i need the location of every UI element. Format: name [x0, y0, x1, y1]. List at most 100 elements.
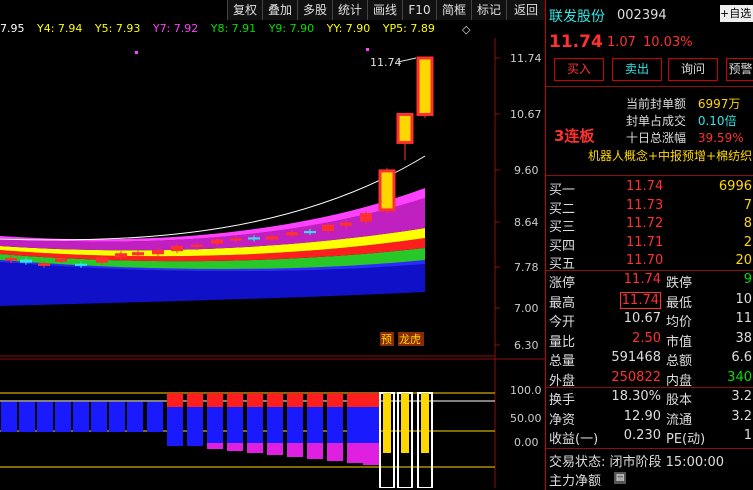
inquiry-button[interactable]: 询问	[668, 58, 718, 81]
osc-bar	[327, 393, 343, 407]
toolbar-restore-rights[interactable]: 复权	[227, 0, 262, 20]
buy-button[interactable]: 买入	[554, 58, 604, 81]
osc-bar	[109, 402, 125, 432]
osc-bar	[207, 393, 223, 407]
stat-value: 2.50	[632, 330, 661, 346]
forecast-badge-label: 预	[381, 333, 392, 346]
stat-value: 11.74	[623, 272, 661, 287]
ma-value: Y4: 7.94	[37, 22, 83, 35]
concept-tags[interactable]: 机器人概念+中报预增+棉纺织	[588, 147, 752, 164]
bid-row[interactable]: 买三 11.72 8	[546, 216, 753, 235]
osc-bar	[327, 443, 343, 461]
stat-label: 流通	[666, 412, 693, 428]
osc-bar	[421, 393, 429, 453]
kline-chart[interactable]: 11.74 10.67 9.60 8.64 7.78 7.00 6.30 11.…	[0, 38, 545, 488]
osc-bar	[383, 393, 391, 453]
add-watchlist-button[interactable]: +自选	[720, 5, 753, 22]
toolbar-overlay[interactable]: 叠加	[262, 0, 297, 20]
bid-price: 11.70	[626, 253, 664, 268]
stat-value: 10	[735, 291, 752, 307]
stat-value: 11	[735, 311, 752, 326]
stat-label: 股本	[666, 393, 693, 408]
flow-detail-icon[interactable]: ▤	[614, 472, 626, 484]
toolbar-statistics[interactable]: 统计	[332, 0, 367, 20]
bid-volume: 7	[743, 197, 752, 213]
stat-label: 最低	[666, 295, 693, 311]
stat-label: 内盘	[666, 373, 693, 389]
toolbar-back[interactable]: 返回	[506, 0, 545, 20]
stat-value: 9	[743, 272, 752, 287]
candle-body	[96, 257, 108, 263]
osc-bar	[307, 393, 323, 407]
osc-axis-label: 100.0	[510, 384, 542, 397]
osc-bar	[267, 402, 283, 446]
stat-label: 涨停	[549, 276, 576, 291]
bid-label: 买二	[549, 201, 576, 217]
dragon-tiger-badge-label: 龙虎	[399, 333, 421, 346]
osc-bar	[401, 393, 409, 453]
ma-value: Y5: 7.93	[94, 22, 141, 35]
ten-day-gain-row: 十日总涨幅 39.59%	[626, 129, 744, 146]
stat-label: 总量	[549, 354, 576, 369]
bid-price: 11.72	[626, 216, 664, 231]
stat-row: 今开 10.67 均价 11	[546, 311, 753, 330]
seal-amount-row: 当前封单额 6997万	[626, 95, 740, 112]
candle-body	[211, 239, 223, 244]
osc-bar	[227, 443, 243, 451]
limit-up-streak: 3连板	[554, 127, 595, 145]
toolbar-simple-frame[interactable]: 简框	[436, 0, 471, 20]
ma-value: Y9: 7.90	[268, 22, 315, 35]
osc-bar	[287, 393, 303, 407]
price-change-pct: 10.03%	[643, 35, 693, 50]
bid-row[interactable]: 买一 11.74 6996	[546, 179, 753, 198]
price-axis-label: 10.67	[510, 108, 542, 121]
stat-label: 均价	[666, 315, 693, 330]
main-net-flow-label: 主力净额	[549, 474, 602, 489]
bid-row[interactable]: 买四 11.71 2	[546, 235, 753, 254]
candle-body	[248, 237, 260, 240]
stat-value: 3.2	[731, 408, 752, 424]
ma-values-line: 7.95 Y4: 7.94 Y5: 7.93 Y7: 7.92 Y8: 7.91…	[0, 22, 500, 38]
stat-value: 18.30%	[611, 389, 661, 404]
osc-bar	[307, 443, 323, 459]
bid-row[interactable]: 买二 11.73 7	[546, 198, 753, 217]
candle-body	[55, 258, 67, 262]
ma-settings-icon[interactable]: ◇	[462, 23, 472, 36]
stat-value: 1	[743, 428, 752, 443]
sell-button[interactable]: 卖出	[612, 58, 662, 81]
osc-bar	[247, 443, 263, 453]
osc-bar	[227, 393, 243, 407]
alert-button[interactable]: 预警	[726, 58, 753, 81]
stat-label: 净资	[549, 412, 576, 428]
toolbar-multi-stock[interactable]: 多股	[297, 0, 332, 20]
osc-bar	[19, 402, 35, 432]
stat-row: 最高 11.74 最低 10	[546, 291, 753, 311]
osc-bar	[55, 402, 71, 432]
seal-ratio-row: 封单占成交 0.10倍	[626, 112, 737, 129]
stat-label: 总额	[666, 354, 693, 369]
stat-label: PE(动)	[666, 432, 706, 447]
bid-price: 11.73	[626, 197, 664, 213]
last-price: 11.74	[549, 32, 603, 52]
price-axis-label: 7.00	[514, 302, 539, 315]
ma-ribbon	[0, 155, 426, 306]
ma-value: Y8: 7.91	[210, 22, 257, 35]
toolbar-f10[interactable]: F10	[402, 0, 436, 20]
bid-price: 11.74	[626, 179, 664, 194]
oscillator-bars	[1, 392, 433, 488]
osc-axis-label: 50.00	[510, 412, 542, 425]
price-axis-label: 11.74	[510, 52, 542, 65]
osc-bar	[167, 402, 183, 446]
toolbar-draw-line[interactable]: 画线	[367, 0, 402, 20]
osc-bar	[127, 402, 143, 432]
stat-label: 收益(一)	[549, 432, 599, 447]
stat-row: 总量 591468 总额 6.6	[546, 350, 753, 369]
stat-value: 3.2	[731, 389, 752, 404]
ma-value: 7.95	[0, 22, 25, 35]
ten-day-gain-label: 十日总涨幅	[626, 131, 687, 145]
toolbar-mark[interactable]: 标记	[471, 0, 506, 20]
candle-body	[152, 250, 164, 255]
trade-status: 交易状态: 闭市阶段 15:00:00	[549, 455, 725, 470]
bid-label: 买四	[549, 238, 576, 254]
osc-bar	[207, 443, 223, 449]
